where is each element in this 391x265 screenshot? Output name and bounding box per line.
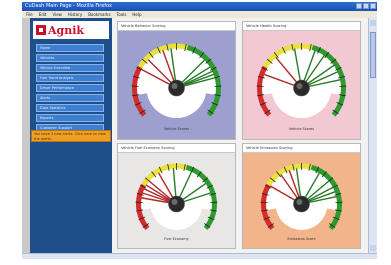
alert-box[interactable]: You have 3 new alerts. Click here to vie…: [31, 130, 111, 142]
gauge-fuel-economy: [135, 163, 218, 231]
gauge-label: Fuel Economy: [164, 237, 189, 241]
vertical-scrollbar[interactable]: [368, 18, 377, 253]
gauge-hub-highlight: [296, 199, 303, 205]
menu-view[interactable]: View: [52, 11, 62, 18]
menu-history[interactable]: History: [68, 11, 82, 18]
nav-item-vehicles[interactable]: Vehicles: [36, 54, 104, 62]
nav-item-driver-performance[interactable]: Driver Performance: [36, 84, 104, 92]
nav-item-data-statistics[interactable]: Data Statistics: [36, 104, 104, 112]
close-icon[interactable]: [370, 3, 376, 9]
gauge-panel-emissions: Vehicle Emissions Scoring Emissions Scor…: [242, 143, 361, 249]
menu-edit[interactable]: Edit: [39, 11, 47, 18]
gauge-hub-highlight: [296, 83, 303, 89]
gauge-behavior: [131, 43, 222, 119]
left-frame-strip: [22, 18, 30, 253]
scrollbar-thumb[interactable]: [370, 32, 376, 78]
gauge-hub-highlight: [171, 83, 178, 89]
maximize-icon[interactable]: [363, 3, 369, 9]
menu-bookmarks[interactable]: Bookmarks: [88, 11, 110, 18]
brand-name: Agnik: [48, 23, 85, 37]
gauge-label: Emissions Score: [287, 237, 316, 241]
gauge-label: Vehicle Scores: [163, 127, 190, 131]
window-title: CuDash Main Page - Mozilla Firefox: [25, 3, 112, 9]
gauge-health: [256, 43, 347, 119]
brand-logo: Agnik: [33, 21, 109, 39]
menu-bar: File Edit View History Bookmarks Tools H…: [22, 11, 377, 18]
gauge-panel-health: Vehicle Health Scoring Vehicle Scores: [242, 21, 361, 140]
horizontal-scrollbar[interactable]: [22, 253, 377, 259]
scroll-down-arrow-icon[interactable]: [370, 245, 376, 251]
nav-item-home[interactable]: Home: [36, 44, 104, 52]
gauge-panel-fuel-economy: Vehicle Fuel Economy Scoring Fuel Econom…: [117, 143, 236, 249]
menu-file[interactable]: File: [26, 11, 33, 18]
window-titlebar: CuDash Main Page - Mozilla Firefox: [22, 2, 377, 11]
window-controls: [356, 3, 376, 9]
gauge-label: Vehicle Scores: [288, 127, 315, 131]
nav-item-fuel-trend[interactable]: Fuel Trend Analysis: [36, 74, 104, 82]
logo-mark-icon: [36, 25, 46, 35]
browser-screen: CuDash Main Page - Mozilla Firefox File …: [0, 0, 391, 265]
gauge-emissions: [260, 163, 343, 231]
gauge-panel-behavior: Vehicle Behavior Scoring Vehicle Scores: [117, 21, 236, 140]
minimize-icon[interactable]: [356, 3, 362, 9]
menu-tools[interactable]: Tools: [117, 11, 127, 18]
alert-text: You have 3 new alerts. Click here to vie…: [34, 132, 106, 141]
sidebar-nav: Home Vehicles Vehicle Overview Fuel Tren…: [36, 44, 104, 144]
nav-item-vehicle-overview[interactable]: Vehicle Overview: [36, 64, 104, 72]
nav-item-reports[interactable]: Reports: [36, 114, 104, 122]
gauge-hub-highlight: [171, 199, 178, 205]
nav-item-alerts[interactable]: Alerts: [36, 94, 104, 102]
menu-help[interactable]: Help: [132, 11, 141, 18]
scroll-up-arrow-icon[interactable]: [370, 20, 376, 26]
